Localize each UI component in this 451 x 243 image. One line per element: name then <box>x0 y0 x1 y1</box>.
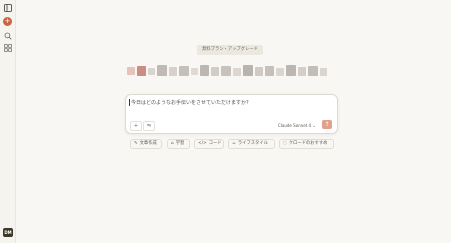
chip-label: 文章作成 <box>139 141 157 146</box>
attach-button[interactable]: + <box>130 121 142 131</box>
sidebar: + DM <box>0 0 16 243</box>
grid-icon[interactable] <box>3 43 12 52</box>
cap-icon: ⌂ <box>171 141 174 146</box>
chip-claude-picks[interactable]: ◌ クロードのおすすめ <box>279 139 334 149</box>
message-composer[interactable]: 今日はどのようなお手伝いをさせていただけますか? + ⇋ Claude Sonn… <box>125 94 338 134</box>
search-icon[interactable] <box>3 31 12 40</box>
chip-code[interactable]: </> コード <box>194 139 224 149</box>
model-selector[interactable]: Claude Sonnet 4 ⌄ <box>278 123 316 128</box>
chip-learning[interactable]: ⌂ 学習 <box>167 139 190 149</box>
pencil-icon: ✎ <box>134 141 138 146</box>
tools-button[interactable]: ⇋ <box>143 121 155 131</box>
text-caret <box>129 99 130 106</box>
plan-upgrade-badge[interactable]: 無料プラン・アップグレード <box>197 45 263 55</box>
chip-label: コード <box>208 141 222 146</box>
coffee-icon: ☕ <box>232 141 236 146</box>
chip-label: クロードのおすすめ <box>288 141 328 146</box>
greeting-redacted <box>127 63 335 79</box>
chip-label: 学習 <box>175 141 185 146</box>
chip-lifestyle[interactable]: ☕ ライフスタイル <box>228 139 275 149</box>
chip-label: ライフスタイル <box>237 141 268 146</box>
send-button[interactable]: ↑ <box>322 120 332 129</box>
avatar[interactable]: DM <box>3 228 13 237</box>
bulb-icon: ◌ <box>283 141 287 146</box>
suggestion-chips: ✎ 文章作成 ⌂ 学習 </> コード ☕ ライフスタイル ◌ クロードのおすす… <box>130 139 336 150</box>
message-input[interactable]: 今日はどのようなお手伝いをさせていただけますか? <box>131 99 249 106</box>
code-icon: </> <box>198 141 207 146</box>
new-chat-button[interactable]: + <box>3 17 12 26</box>
sidebar-toggle-icon[interactable] <box>3 3 12 12</box>
chip-writing[interactable]: ✎ 文章作成 <box>130 139 162 149</box>
